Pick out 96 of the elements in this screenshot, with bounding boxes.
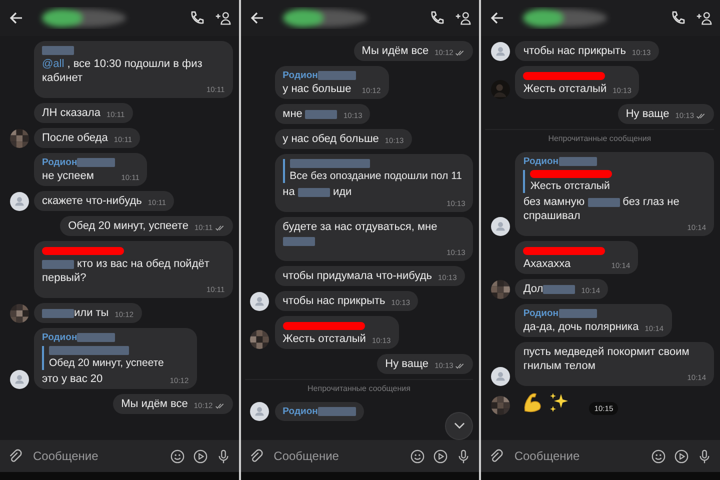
message-input-bar[interactable]: Сообщение [0, 440, 239, 472]
message-text: или ты [42, 306, 109, 320]
sender-name[interactable]: Родион [42, 156, 78, 170]
sender-name[interactable]: Родион [282, 404, 318, 418]
message-text: будете за нас отдуваться, мне [282, 220, 466, 248]
default-avatar-icon[interactable] [10, 370, 28, 389]
pixelated-avatar[interactable] [10, 129, 28, 148]
message-text: у нас больше [282, 82, 352, 96]
default-avatar-icon[interactable] [10, 192, 28, 211]
message-text: чтобы придумала что-нибудь [282, 269, 432, 283]
message-text: скажете что-нибудь [42, 194, 142, 208]
default-avatar-icon[interactable] [250, 402, 270, 421]
chevron-down-icon [454, 422, 465, 430]
quoted-message[interactable]: Все без опоздание подошли пол 11 [282, 159, 462, 183]
unread-divider: Непрочитанные сообщения [548, 134, 652, 143]
play-circle-icon[interactable] [674, 448, 690, 464]
message-input-bar[interactable]: Сообщение [481, 440, 720, 472]
back-icon[interactable] [8, 10, 24, 26]
blurred-word [305, 110, 338, 119]
blurred-word [298, 188, 330, 197]
paperclip-icon[interactable] [8, 448, 23, 464]
message-input-field[interactable]: Сообщение [512, 448, 644, 464]
message-text: мне [282, 107, 338, 121]
message-text: это у вас 20 [42, 372, 104, 386]
quoted-message[interactable]: Жесть отсталый [523, 170, 706, 193]
default-avatar-icon[interactable] [490, 42, 510, 61]
message-text: чтобы нас прикрыть [523, 44, 626, 58]
blurred-name [77, 158, 116, 167]
pixelated-avatar[interactable] [490, 280, 510, 299]
message-text: у нас обед больше [282, 132, 379, 146]
quoted-text: Все без опоздание подошли пол 11 [290, 169, 462, 183]
message-text: ЛН сказала [42, 106, 100, 120]
message-text: без мамную без глаз не спрашивал [523, 195, 680, 223]
add-user-icon[interactable] [696, 10, 712, 26]
add-user-icon[interactable] [455, 10, 472, 26]
message-bubble[interactable]: Родион [274, 402, 364, 421]
message-text: Мы идём все [121, 397, 188, 411]
blurred-word [42, 260, 74, 269]
quoted-text: Обед 20 минут, успеете [49, 356, 164, 370]
blurred-name [558, 157, 597, 166]
sender-name[interactable]: Родион [523, 306, 559, 320]
default-avatar-icon[interactable] [490, 367, 510, 386]
blurred-name [42, 46, 74, 55]
scroll-down-button[interactable] [445, 412, 474, 440]
quoted-text: Жесть отсталый [530, 179, 611, 193]
message-text: Ну ваще [626, 107, 670, 121]
message-text: Жесть отсталый [523, 82, 607, 96]
blurred-word [42, 308, 74, 318]
message-text: Ахахахха [523, 257, 572, 271]
phone-icon[interactable] [670, 10, 686, 26]
message-text: не успеем [42, 169, 95, 183]
blurred-name [318, 71, 356, 80]
message-text: Мы идём все [362, 44, 429, 58]
play-circle-icon[interactable] [433, 448, 448, 464]
back-icon[interactable] [248, 10, 265, 26]
phone-icon[interactable] [188, 10, 205, 26]
message-text: @all , все 10:30 подошли в физ кабинет [42, 57, 204, 85]
message-text: кто из вас на обед пойдёт первый? [42, 257, 210, 285]
message-text: После обеда [42, 131, 108, 145]
smiley-icon[interactable] [410, 448, 426, 464]
sender-name[interactable]: Родион [282, 68, 318, 82]
message-text: пусть медведей покормит своим гнилым телом [523, 345, 690, 373]
blurred-name [558, 309, 597, 318]
blurred-word [588, 198, 620, 207]
message-text: Дол [523, 282, 576, 296]
pixelated-avatar[interactable] [10, 304, 28, 323]
sender-name[interactable]: Родион [523, 154, 559, 168]
add-user-icon[interactable] [214, 10, 231, 26]
mention-link[interactable]: @all [42, 58, 64, 70]
blurred-word [543, 284, 576, 294]
smiley-icon[interactable] [651, 448, 666, 464]
play-circle-icon[interactable] [192, 448, 208, 464]
message-input-bar[interactable]: Сообщение [240, 440, 480, 472]
message-text: чтобы нас прикрыть [282, 294, 386, 308]
message-text: на иди [282, 185, 353, 199]
smiley-icon[interactable] [170, 448, 185, 464]
blurred-name [77, 333, 116, 342]
sender-name[interactable]: Родион [42, 330, 78, 344]
message-input-field[interactable]: Сообщение [272, 448, 402, 464]
unread-divider: Непрочитанные сообщения [308, 384, 410, 393]
default-avatar-icon[interactable] [490, 217, 510, 236]
message-input-field[interactable]: Сообщение [31, 448, 162, 464]
quoted-message[interactable]: Обед 20 минут, успеете [42, 346, 164, 370]
message-text: Ну ваще [385, 357, 429, 371]
default-avatar-icon[interactable] [250, 292, 270, 311]
back-icon[interactable] [489, 10, 506, 26]
blurred-word [282, 236, 315, 246]
pixelated-avatar[interactable] [490, 396, 510, 415]
paperclip-icon[interactable] [248, 448, 264, 464]
message-text: Обед 20 минут, успеете [68, 219, 188, 233]
pixelated-avatar[interactable] [250, 330, 270, 349]
blurred-name [318, 407, 356, 416]
message-text: Жесть отсталый [282, 332, 366, 346]
message-text: да-да, дочь полярника [523, 320, 639, 334]
paperclip-icon[interactable] [489, 448, 504, 464]
phone-icon[interactable] [429, 10, 446, 26]
